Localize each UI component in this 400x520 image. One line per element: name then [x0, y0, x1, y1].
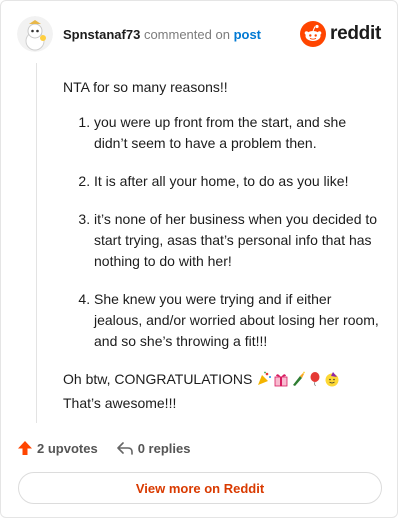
list-item: you were up front from the start, and sh…	[94, 112, 379, 154]
congrats-text: Oh btw, CONGRATULATIONS	[63, 371, 253, 387]
reply-arrow-icon	[116, 442, 133, 455]
champagne-icon	[290, 371, 306, 393]
reddit-logo[interactable]: reddit	[300, 21, 381, 47]
reply-count: 0 replies	[137, 440, 191, 456]
reddit-snoo-icon	[300, 21, 327, 47]
comment-header: Spnstanaf73 commented on post reddit	[17, 15, 381, 53]
comment-embed-card: Spnstanaf73 commented on post reddit NTA…	[0, 0, 398, 518]
upvote-arrow-icon	[18, 441, 32, 455]
view-more-button[interactable]: View more on Reddit	[18, 472, 382, 504]
comment-body: NTA for so many reasons!! you were up fr…	[63, 77, 379, 414]
comment-congrats: Oh btw, CONGRATULATIONS That’s awesome!!…	[63, 369, 379, 414]
list-item: it’s none of her business when you decid…	[94, 209, 379, 272]
upvote-count: 2 upvotes	[37, 440, 98, 456]
reddit-wordmark: reddit	[330, 23, 381, 44]
thread-line	[36, 63, 37, 423]
party-popper-icon	[256, 371, 272, 393]
action-text: commented on	[143, 26, 230, 42]
replies-group[interactable]: 0 replies	[116, 440, 191, 456]
comment-footer: 2 upvotes 0 replies	[17, 438, 208, 458]
username[interactable]: Spnstanaf73	[63, 27, 140, 42]
gift-icon	[273, 371, 289, 393]
comment-list: you were up front from the start, and sh…	[63, 112, 379, 352]
upvote-group[interactable]: 2 upvotes	[17, 440, 98, 456]
balloon-icon	[307, 371, 323, 393]
comment-meta: Spnstanaf73 commented on post	[63, 27, 261, 42]
user-avatar[interactable]	[17, 16, 53, 52]
post-link[interactable]: post	[234, 27, 261, 42]
list-item: It is after all your home, to do as you …	[94, 171, 379, 192]
comment-outro: That’s awesome!!!	[63, 395, 177, 411]
partying-face-icon	[324, 371, 340, 393]
comment-intro: NTA for so many reasons!!	[63, 79, 228, 95]
list-item: She knew you were trying and if either j…	[94, 289, 379, 352]
